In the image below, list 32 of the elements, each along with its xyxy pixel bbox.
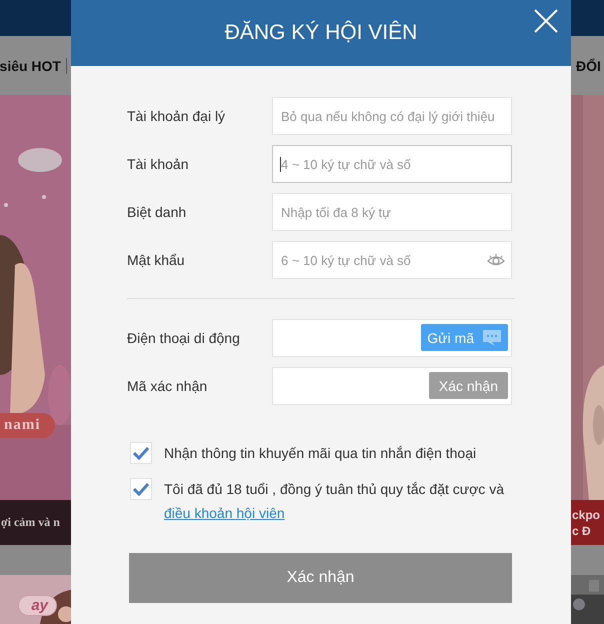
checkbox-label: Nhận thông tin khuyến mãi qua tin nhắn điện thoại: [164, 444, 478, 463]
banner-tag: ay: [18, 595, 57, 616]
send-code-button[interactable]: Gửi mã: [421, 324, 508, 351]
checkbox-label: Tôi đã đủ 18 tuổi , đồng ý tuân thủ quy tắc đặt cược và điều khoản hội viên: [164, 480, 505, 523]
banner-gap-strip: [571, 545, 604, 575]
input-field[interactable]: 6 ~ 10 ký tự chữ và số: [272, 241, 512, 279]
input-field[interactable]: 4 ~ 10 ký tự chữ và số: [272, 145, 512, 183]
close-icon[interactable]: [533, 8, 559, 34]
nav-link[interactable]: siêu HOT: [0, 58, 67, 74]
eye-icon[interactable]: [486, 252, 506, 268]
verify-button[interactable]: Xác nhận: [428, 372, 508, 399]
checkbox[interactable]: [130, 442, 152, 464]
terms-link[interactable]: điều khoản hội viên: [164, 505, 285, 521]
submit-button[interactable]: Xác nhận: [129, 553, 512, 603]
banner-caption: ckpo c Đ: [571, 500, 604, 545]
banner-gap-strip: [0, 545, 71, 575]
banner-tag: nami: [0, 413, 55, 438]
field-label: Biệt danh: [127, 204, 188, 220]
site-header-bar: [571, 0, 604, 36]
dialog-title: ĐĂNG KÝ HỘI VIÊN: [224, 21, 418, 45]
field-label: Điện thoại di động: [127, 330, 241, 346]
field-label: Tài khoản: [127, 156, 190, 172]
site-header-bar: [0, 0, 71, 36]
input-field[interactable]: Bỏ qua nếu không có đại lý giới thiệu: [272, 97, 512, 135]
field-label: Mật khẩu: [127, 252, 186, 268]
nav-link[interactable]: ĐỔI: [576, 58, 604, 74]
checkbox[interactable]: [130, 478, 152, 500]
input-field[interactable]: Nhập tối đa 8 ký tự: [272, 193, 512, 231]
banner-caption: ợi cảm và n: [0, 500, 71, 545]
chat-icon: [482, 328, 502, 346]
field-label: Tài khoản đại lý: [127, 108, 226, 124]
field-label: Mã xác nhận: [127, 378, 208, 394]
